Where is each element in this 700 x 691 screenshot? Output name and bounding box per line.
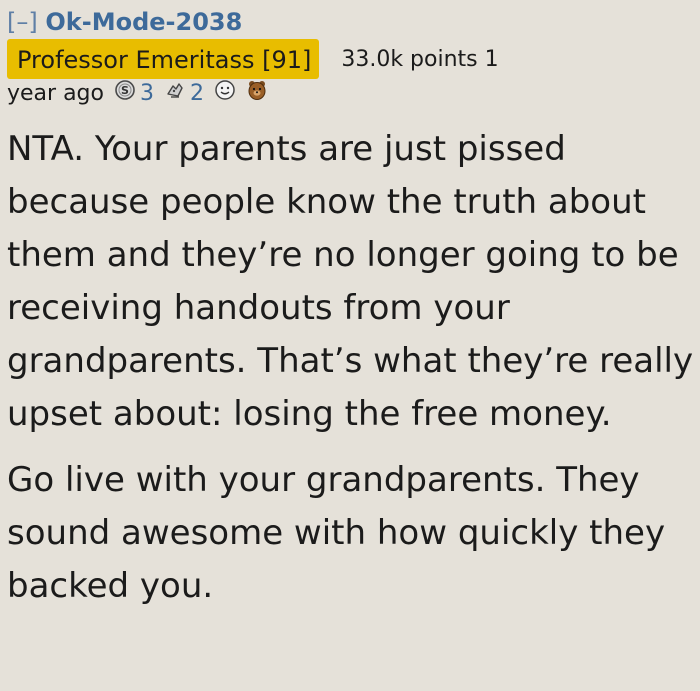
comment-body: NTA. Your parents are just pissed becaus… xyxy=(7,123,700,613)
wholesome-award-icon xyxy=(214,79,236,109)
award-silver[interactable]: S 3 xyxy=(114,79,154,109)
comment: [–] Ok-Mode-2038 Professor Emeritass [91… xyxy=(0,0,700,691)
user-flair: Professor Emeritass [91] xyxy=(7,39,320,79)
comment-header: [–] Ok-Mode-2038 xyxy=(7,8,700,36)
bear-award-icon xyxy=(246,79,268,109)
award-bear[interactable] xyxy=(246,79,268,109)
author-link[interactable]: Ok-Mode-2038 xyxy=(45,8,242,36)
comment-paragraph: NTA. Your parents are just pissed becaus… xyxy=(7,129,694,434)
timestamp: year ago xyxy=(7,81,104,106)
collapse-toggle[interactable]: [–] xyxy=(7,8,38,36)
award-wholesome[interactable] xyxy=(214,79,236,109)
svg-text:S: S xyxy=(121,84,129,97)
meta-row: year ago S 3 2 xyxy=(7,79,700,109)
score-points: 33.0k points 1 xyxy=(341,46,499,72)
award-count: 2 xyxy=(189,81,204,106)
silver-award-icon: S xyxy=(114,79,136,109)
award-count: 3 xyxy=(139,81,154,106)
award-helpful[interactable]: 2 xyxy=(164,79,204,109)
comment-paragraph: Go live with your grandparents. They sou… xyxy=(7,460,666,606)
helpful-award-icon xyxy=(164,79,186,109)
flair-row: Professor Emeritass [91] 33.0k points 1 xyxy=(7,39,700,79)
